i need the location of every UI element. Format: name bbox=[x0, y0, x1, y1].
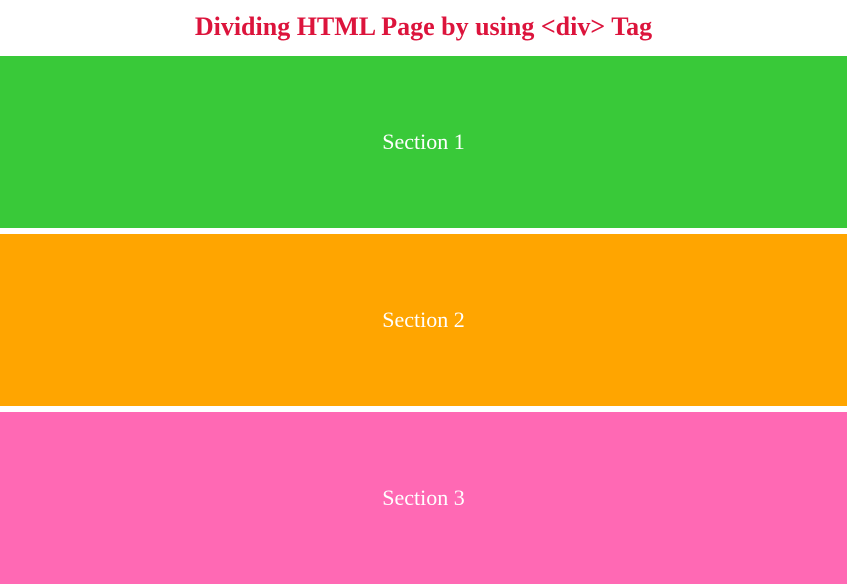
section-2-label: Section 2 bbox=[382, 307, 465, 333]
section-1-label: Section 1 bbox=[382, 129, 465, 155]
page-title: Dividing HTML Page by using <div> Tag bbox=[0, 0, 847, 56]
section-1: Section 1 bbox=[0, 56, 847, 228]
section-3-label: Section 3 bbox=[382, 485, 465, 511]
section-3: Section 3 bbox=[0, 412, 847, 584]
section-2: Section 2 bbox=[0, 234, 847, 406]
